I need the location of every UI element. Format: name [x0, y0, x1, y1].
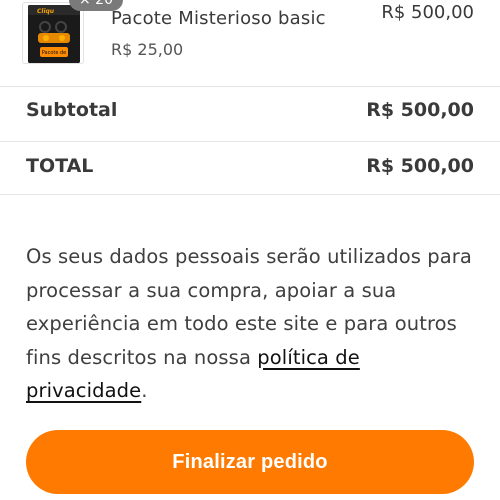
svg-text:Pacote de: Pacote de: [42, 50, 67, 56]
product-thumbnail: Cliqu Pacote de × 20: [22, 0, 123, 64]
subtotal-value: R$ 500,00: [366, 99, 474, 121]
divider: [0, 141, 500, 142]
total-label: TOTAL: [26, 155, 94, 177]
total-value: R$ 500,00: [366, 155, 474, 177]
product-unit-price: R$ 25,00: [111, 40, 184, 59]
finalize-order-button[interactable]: Finalizar pedido: [26, 430, 474, 494]
mystery-package-image: Cliqu Pacote de: [28, 5, 80, 63]
privacy-notice-end: .: [141, 379, 148, 402]
divider: [0, 86, 500, 87]
privacy-notice: Os seus dados pessoais serão utilizados …: [26, 240, 478, 408]
subtotal-label: Subtotal: [26, 99, 118, 121]
product-image: Cliqu Pacote de: [28, 5, 80, 63]
product-name: Pacote Misterioso basic: [111, 8, 326, 29]
privacy-notice-text: Os seus dados pessoais serão utilizados …: [26, 245, 472, 369]
item-line-total: R$ 500,00: [381, 2, 474, 23]
order-item-row: Cliqu Pacote de × 20 Pacote Misterioso b…: [0, 0, 500, 88]
divider: [0, 194, 500, 195]
svg-text:Cliqu: Cliqu: [37, 8, 55, 15]
